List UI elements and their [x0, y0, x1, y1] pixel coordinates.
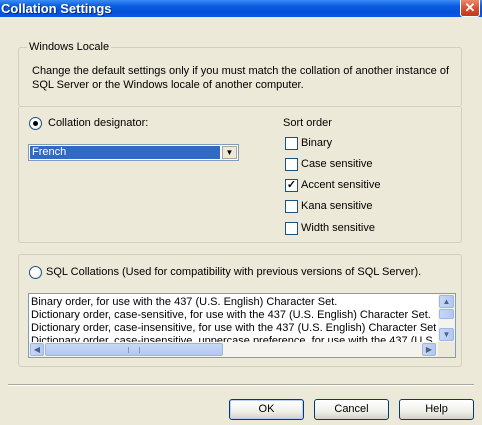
sql-collations-label[interactable]: SQL Collations (Used for compatibility w…: [46, 266, 421, 279]
ok-button[interactable]: OK: [229, 399, 304, 420]
locale-description-line2: SQL Server or the Windows locale of anot…: [32, 79, 304, 91]
binary-label[interactable]: Binary: [301, 137, 332, 150]
button-separator: [8, 384, 474, 386]
horizontal-scrollbar[interactable]: ◀ ▶: [29, 342, 438, 357]
list-item[interactable]: Binary order, for use with the 437 (U.S.…: [31, 296, 436, 309]
sort-order-label: Sort order: [283, 117, 332, 129]
width-sensitive-label[interactable]: Width sensitive: [301, 222, 375, 235]
binary-checkbox[interactable]: [285, 137, 298, 150]
collation-designator-radio[interactable]: [29, 117, 42, 130]
scroll-thumb[interactable]: [439, 309, 454, 319]
help-button[interactable]: Help: [399, 399, 474, 420]
list-item[interactable]: Dictionary order, case-insensitive, uppe…: [31, 335, 436, 342]
windows-locale-legend: Windows Locale: [27, 41, 112, 54]
collation-designator-label[interactable]: Collation designator:: [48, 117, 148, 130]
chevron-right-icon[interactable]: ▶: [422, 343, 436, 356]
chevron-up-icon[interactable]: ▲: [439, 295, 454, 308]
radio-selected-dot: [33, 121, 38, 126]
sql-collations-list[interactable]: Binary order, for use with the 437 (U.S.…: [28, 293, 456, 358]
list-item[interactable]: Dictionary order, case-insensitive, for …: [31, 322, 436, 335]
cancel-button[interactable]: Cancel: [314, 399, 389, 420]
accent-sensitive-label[interactable]: Accent sensitive: [301, 179, 380, 192]
case-sensitive-checkbox[interactable]: [285, 158, 298, 171]
collation-designator-value: French: [30, 146, 220, 159]
accent-sensitive-checkbox[interactable]: ✓: [285, 179, 298, 192]
sql-collations-radio[interactable]: [29, 266, 42, 279]
scroll-grip-icon: [128, 347, 140, 353]
chevron-left-icon[interactable]: ◀: [30, 343, 44, 356]
collation-designator-select[interactable]: French ▼: [28, 144, 239, 161]
locale-description-line1: Change the default settings only if you …: [32, 65, 450, 77]
windows-locale-group: Windows Locale Change the default settin…: [18, 41, 462, 107]
kana-sensitive-checkbox[interactable]: [285, 200, 298, 213]
width-sensitive-checkbox[interactable]: [285, 222, 298, 235]
chevron-down-icon[interactable]: ▼: [439, 328, 454, 341]
sql-collations-rows: Binary order, for use with the 437 (U.S.…: [31, 296, 436, 342]
title-bar: Collation Settings ✕: [0, 0, 482, 17]
close-icon: ✕: [464, 0, 476, 15]
case-sensitive-label[interactable]: Case sensitive: [301, 158, 373, 171]
horizontal-scroll-thumb[interactable]: [45, 343, 223, 356]
vertical-scrollbar[interactable]: ▲ ▼: [438, 294, 455, 342]
window-title: Collation Settings: [1, 1, 112, 16]
checkmark-icon: ✓: [286, 179, 297, 191]
list-item[interactable]: Dictionary order, case-sensitive, for us…: [31, 309, 436, 322]
close-button[interactable]: ✕: [460, 0, 480, 17]
scrollbar-corner: [438, 342, 455, 357]
kana-sensitive-label[interactable]: Kana sensitive: [301, 200, 373, 213]
chevron-down-icon[interactable]: ▼: [222, 146, 237, 159]
